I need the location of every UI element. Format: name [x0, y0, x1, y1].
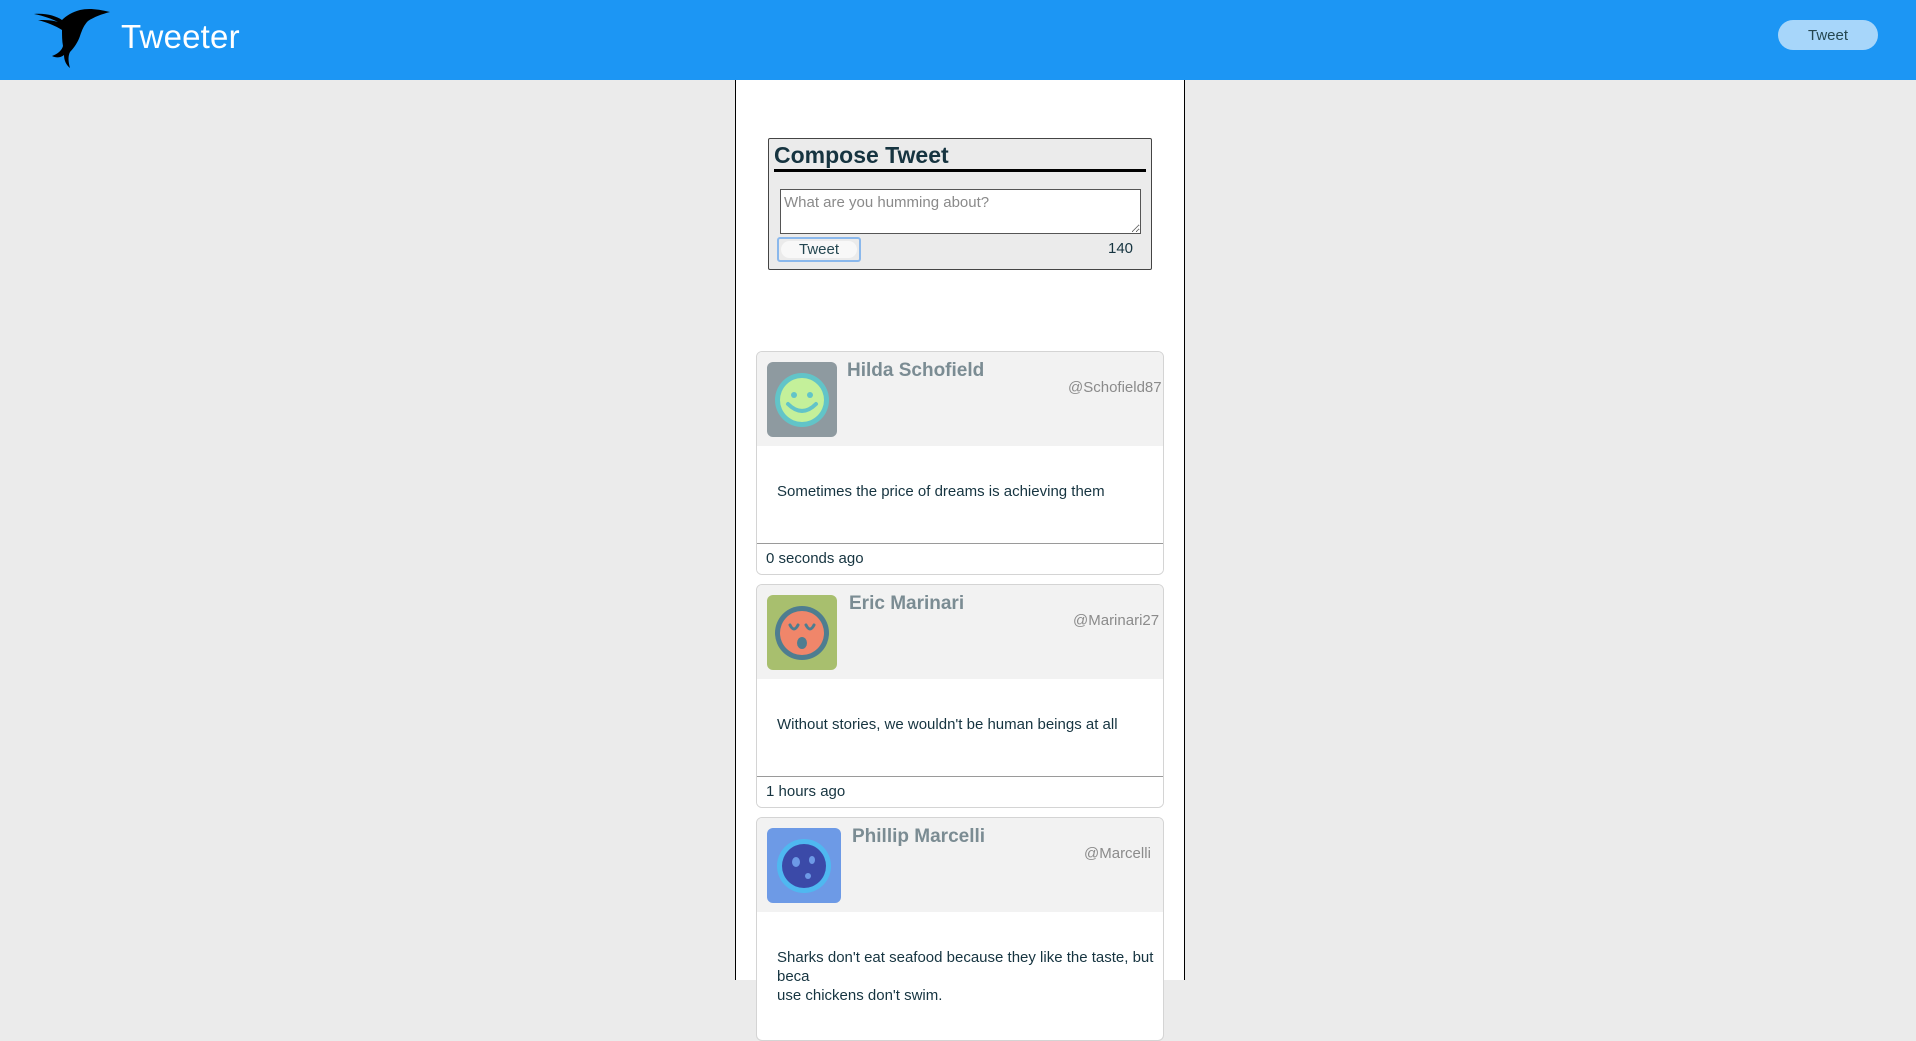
avatar — [767, 362, 837, 437]
tweet-submit-button[interactable]: Tweet — [777, 237, 861, 262]
tweet-header: Hilda Schofield @Schofield87 — [757, 352, 1163, 446]
compose-tweet-panel: Compose Tweet Tweet 140 — [768, 138, 1152, 270]
tweet-text: Without stories, we wouldn't be human be… — [777, 716, 1118, 733]
tweet-author-name[interactable]: Eric Marinari — [849, 593, 964, 615]
tweet-submit-label: Tweet — [781, 241, 857, 258]
tweet-author-name[interactable]: Phillip Marcelli — [852, 826, 985, 848]
avatar — [767, 595, 837, 670]
surprised-face-icon — [775, 605, 829, 660]
tweet-card: Phillip Marcelli @Marcelli Sharks don't … — [756, 817, 1164, 1041]
hummingbird-icon — [34, 8, 110, 68]
tweet-author-name[interactable]: Hilda Schofield — [847, 360, 984, 382]
brand-title: Tweeter — [121, 18, 240, 55]
avatar — [767, 828, 841, 903]
smiley-face-icon — [775, 372, 829, 427]
tweet-header: Eric Marinari @Marinari27 — [757, 585, 1163, 679]
tweet-author-handle[interactable]: @Marinari27 — [1073, 612, 1159, 629]
tweet-author-handle[interactable]: @Schofield87 — [1068, 379, 1162, 396]
tweet-text: Sharks don't eat seafood because they li… — [777, 949, 1154, 1004]
planet-face-icon — [777, 838, 831, 893]
tweet-timestamp: 1 hours ago — [766, 783, 846, 800]
tweet-card: Eric Marinari @Marinari27 Without storie… — [756, 584, 1164, 808]
nav-compose-button[interactable]: Tweet — [1778, 20, 1878, 50]
compose-title: Compose Tweet — [774, 141, 1146, 172]
tweet-text: Sometimes the price of dreams is achievi… — [777, 483, 1105, 500]
tweet-author-handle[interactable]: @Marcelli — [1084, 845, 1151, 862]
top-navbar: Tweeter Tweet — [0, 0, 1916, 80]
character-counter: 140 — [1108, 240, 1134, 257]
tweet-footer: 1 hours ago — [757, 776, 1163, 807]
tweet-header: Phillip Marcelli @Marcelli — [757, 818, 1163, 912]
tweet-timestamp: 0 seconds ago — [766, 550, 864, 567]
tweet-footer: 0 seconds ago — [757, 543, 1163, 574]
tweet-card: Hilda Schofield @Schofield87 Sometimes t… — [756, 351, 1164, 575]
tweet-text-input[interactable] — [780, 189, 1141, 234]
